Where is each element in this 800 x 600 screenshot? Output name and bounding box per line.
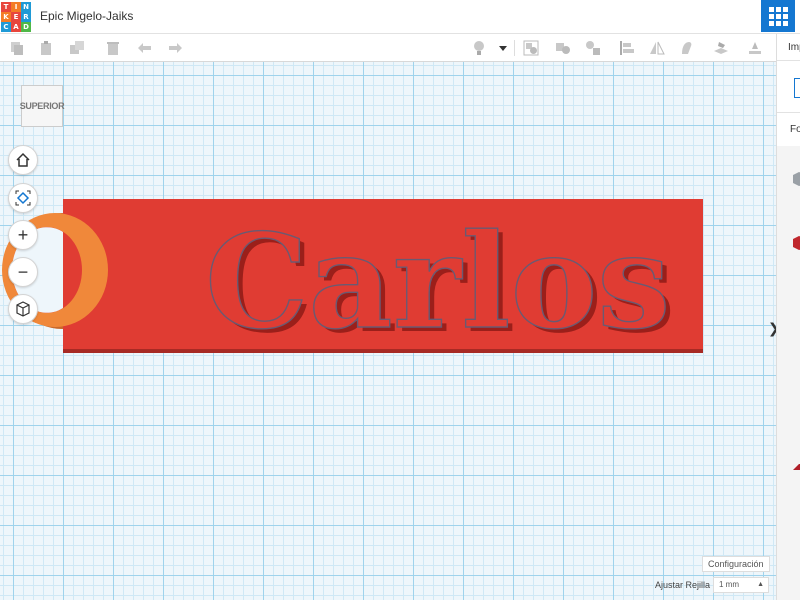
logo-letter: D [21, 22, 31, 32]
box-shape-icon[interactable] [791, 170, 800, 186]
light-bulb-icon[interactable] [470, 39, 488, 57]
3d-scene[interactable]: Carlos Carlos [0, 62, 776, 600]
import-button[interactable]: Importar [788, 42, 800, 53]
logo-letter: T [1, 2, 11, 12]
workplane-toggle-icon[interactable] [794, 78, 800, 98]
plus-icon: + [17, 225, 29, 245]
caret-up-icon: ▲ [757, 581, 764, 588]
design-title[interactable]: Epic Migelo-Jaiks [40, 9, 133, 23]
duplicate-icon[interactable] [68, 39, 86, 57]
delete-icon[interactable] [104, 39, 122, 57]
roof-shape-icon[interactable] [791, 458, 800, 474]
paste-icon[interactable] [38, 39, 56, 57]
cube-icon [16, 301, 30, 317]
logo-letter: C [1, 22, 11, 32]
sphere-group-icon[interactable] [584, 39, 602, 57]
grid-icon [768, 6, 788, 26]
undo-icon[interactable] [136, 39, 154, 57]
logo-letter: R [21, 12, 31, 22]
logo-letter: A [11, 22, 21, 32]
shape-list [777, 146, 800, 600]
shape-library-select[interactable]: Formas básicas [790, 124, 800, 135]
cylinder-shape-icon[interactable] [791, 324, 800, 340]
dropdown-icon[interactable] [494, 39, 512, 57]
view-cube[interactable]: SUPERIOR [20, 85, 65, 127]
fit-view-button[interactable] [8, 183, 38, 213]
snap-grid-label: Ajustar Rejilla [655, 580, 711, 590]
workplane-icon[interactable] [712, 39, 730, 57]
cruise-icon[interactable] [678, 39, 696, 57]
carlos-text-shape[interactable]: Carlos [204, 204, 671, 358]
logo-letter: N [21, 2, 31, 12]
align-icon[interactable] [618, 39, 636, 57]
logo-letter: K [1, 12, 11, 22]
top-bar: TINKERCAD Epic Migelo-Jaiks [0, 0, 800, 34]
fit-icon [15, 190, 31, 206]
edit-toolbar [0, 34, 800, 62]
snap-grid-select[interactable]: 1 mm ▲ [713, 577, 769, 593]
home-icon [16, 152, 30, 167]
tinkercad-logo[interactable]: TINKERCAD [1, 2, 31, 32]
copy-icon[interactable] [8, 39, 26, 57]
snap-grid-value: 1 mm [719, 580, 739, 589]
box-red-shape-icon[interactable] [791, 234, 800, 250]
minus-icon: − [17, 262, 29, 282]
group-icon[interactable] [522, 39, 540, 57]
settings-button[interactable]: Configuración [702, 556, 770, 572]
logo-letter: E [11, 12, 21, 22]
logo-letter: I [11, 2, 21, 12]
ruler-icon[interactable] [746, 39, 764, 57]
sphere-shape-icon[interactable] [791, 396, 800, 412]
ungroup-icon[interactable] [554, 39, 572, 57]
home-view-button[interactable] [8, 145, 38, 175]
zoom-in-button[interactable]: + [8, 220, 38, 250]
zoom-out-button[interactable]: − [8, 257, 38, 287]
shapes-panel: Importar Formas básicas [776, 34, 800, 600]
mirror-icon[interactable] [648, 39, 666, 57]
apps-grid-button[interactable] [761, 0, 795, 32]
text-shape-icon[interactable] [791, 530, 800, 546]
redo-icon[interactable] [166, 39, 184, 57]
perspective-button[interactable] [8, 294, 38, 324]
